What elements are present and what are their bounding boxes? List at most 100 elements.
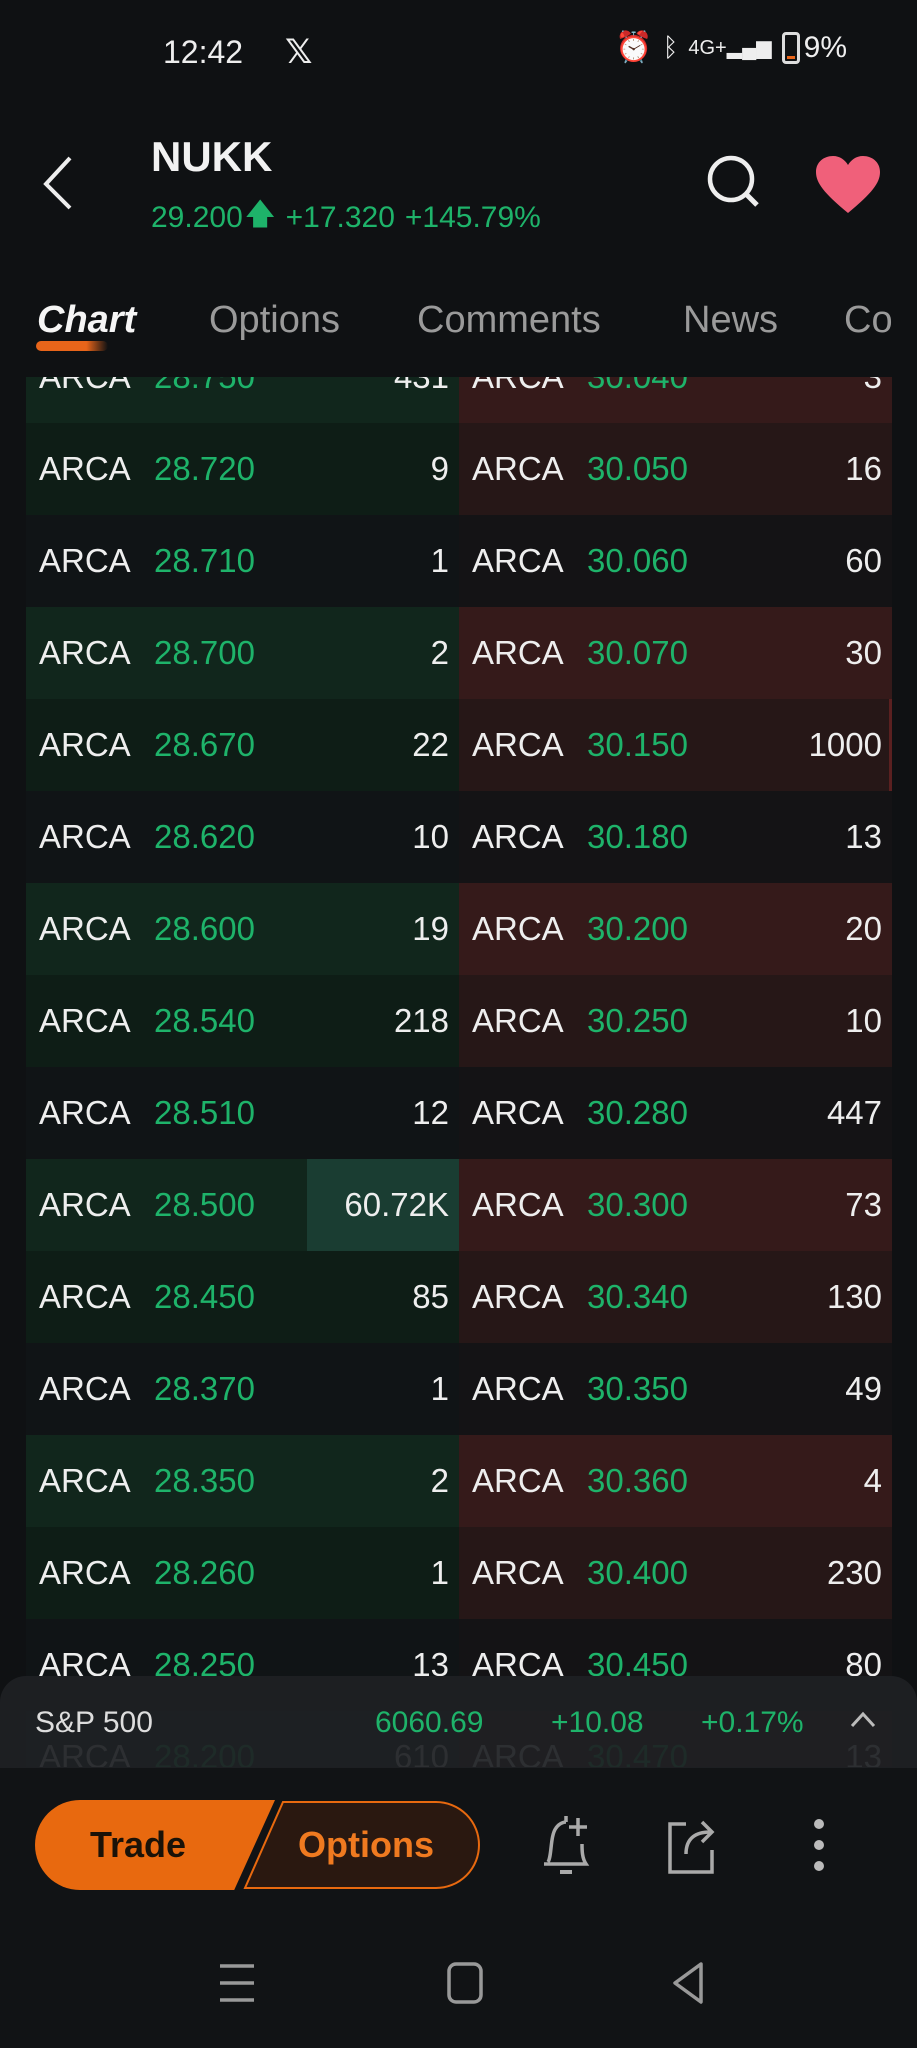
tab-comments[interactable]: Comments	[417, 299, 601, 342]
order-book-row[interactable]: ARCA 28.710 1 ARCA 30.060 60	[26, 515, 892, 607]
ask-exchange: ARCA	[472, 1186, 564, 1223]
ask-cell: ARCA 30.340 130	[459, 1251, 892, 1343]
favorite-heart-icon[interactable]	[814, 155, 882, 215]
tab-news[interactable]: News	[683, 299, 778, 342]
last-price: 29.200	[151, 200, 243, 234]
order-book-row[interactable]: ARCA 28.700 2 ARCA 30.070 30	[26, 607, 892, 699]
bell-plus-icon[interactable]	[534, 1810, 598, 1880]
bid-exchange: ARCA	[39, 1462, 131, 1499]
ask-cell: ARCA 30.280 447	[459, 1067, 892, 1159]
index-ticker-bar[interactable]: S&P 500 6060.69 +10.08 +0.17%	[0, 1676, 917, 1768]
bid-cell: ARCA 28.720 9	[26, 423, 459, 515]
ticker-symbol: NUKK	[151, 133, 273, 180]
trade-button[interactable]: Trade	[35, 1800, 275, 1890]
depth-bar	[889, 699, 892, 791]
order-book-row[interactable]: ARCA 28.750 431 ARCA 30.040 3	[26, 377, 892, 423]
order-book-row[interactable]: ARCA 28.350 2 ARCA 30.360 4	[26, 1435, 892, 1527]
tab-chart[interactable]: Chart	[37, 299, 136, 342]
bid-cell: ARCA 28.260 1	[26, 1527, 459, 1619]
bid-cell: ARCA 28.500 60.72K	[26, 1159, 459, 1251]
ask-price: 30.180	[587, 818, 688, 855]
ask-exchange: ARCA	[472, 1370, 564, 1407]
bid-price: 28.620	[154, 818, 255, 855]
order-book-row[interactable]: ARCA 28.540 218 ARCA 30.250 10	[26, 975, 892, 1067]
ask-exchange: ARCA	[472, 818, 564, 855]
ask-size: 1000	[808, 726, 882, 763]
recent-apps-icon[interactable]	[212, 1958, 262, 2008]
order-book-row[interactable]: ARCA 28.670 22 ARCA 30.150 1000	[26, 699, 892, 791]
ask-price: 30.040	[587, 377, 688, 396]
bid-price: 28.510	[154, 1094, 255, 1131]
ask-size: 49	[845, 1370, 882, 1407]
bid-cell: ARCA 28.450 85	[26, 1251, 459, 1343]
ask-price: 30.300	[587, 1186, 688, 1223]
share-icon[interactable]	[660, 1810, 724, 1880]
ask-cell: ARCA 30.180 13	[459, 791, 892, 883]
order-book-row[interactable]: ARCA 28.370 1 ARCA 30.350 49	[26, 1343, 892, 1435]
ask-cell: ARCA 30.060 60	[459, 515, 892, 607]
ask-size: 4	[863, 1462, 882, 1499]
order-book-row[interactable]: ARCA 28.260 1 ARCA 30.400 230	[26, 1527, 892, 1619]
index-value: 6060.69	[375, 1706, 484, 1739]
bid-exchange: ARCA	[39, 634, 131, 671]
options-button[interactable]: Options	[243, 1800, 481, 1890]
order-book-row[interactable]: ARCA 28.450 85 ARCA 30.340 130	[26, 1251, 892, 1343]
more-icon[interactable]	[787, 1810, 851, 1880]
ask-exchange: ARCA	[472, 542, 564, 579]
order-book-row[interactable]: ARCA 28.620 10 ARCA 30.180 13	[26, 791, 892, 883]
options-label: Options	[298, 1824, 434, 1865]
bid-exchange: ARCA	[39, 1002, 131, 1039]
chevron-up-icon[interactable]	[850, 1710, 876, 1728]
bid-exchange: ARCA	[39, 910, 131, 947]
arrow-up-icon: 🡅	[244, 198, 276, 231]
bid-size: 1	[430, 1554, 449, 1591]
bid-exchange: ARCA	[39, 377, 131, 396]
bid-cell: ARCA 28.710 1	[26, 515, 459, 607]
order-book[interactable]: ARCA 28.750 431 ARCA 30.040 3 ARCA 28.720 9 ARCA 3…	[26, 377, 892, 1767]
bid-exchange: ARCA	[39, 818, 131, 855]
ask-price: 30.070	[587, 634, 688, 671]
order-book-row[interactable]: ARCA 28.510 12 ARCA 30.280 447	[26, 1067, 892, 1159]
index-name: S&P 500	[35, 1706, 153, 1739]
order-book-row[interactable]: ARCA 28.500 60.72K ARCA 30.300 73	[26, 1159, 892, 1251]
tab-options[interactable]: Options	[209, 299, 340, 342]
bid-size: 85	[412, 1278, 449, 1315]
ask-price: 30.250	[587, 1002, 688, 1039]
bid-cell: ARCA 28.670 22	[26, 699, 459, 791]
bid-price: 28.350	[154, 1462, 255, 1499]
active-tab-indicator	[36, 341, 108, 351]
order-book-row[interactable]: ARCA 28.600 19 ARCA 30.200 20	[26, 883, 892, 975]
back-icon[interactable]	[38, 152, 88, 212]
ask-cell: ARCA 30.350 49	[459, 1343, 892, 1435]
bid-size: 22	[412, 726, 449, 763]
ask-exchange: ARCA	[472, 1278, 564, 1315]
ask-size: 30	[845, 634, 882, 671]
status-icons: ⏰ ᛒ 4G+▂▄▆ 9%	[615, 30, 847, 65]
order-book-row[interactable]: ARCA 28.720 9 ARCA 30.050 16	[26, 423, 892, 515]
status-bar: 12:42 𝕏 ⏰ ᛒ 4G+▂▄▆ 9%	[0, 0, 917, 110]
bid-size: 2	[430, 1462, 449, 1499]
ask-exchange: ARCA	[472, 726, 564, 763]
ask-exchange: ARCA	[472, 1094, 564, 1131]
alarm-icon: ⏰	[615, 31, 653, 64]
bid-cell: ARCA 28.700 2	[26, 607, 459, 699]
ask-price: 30.340	[587, 1278, 688, 1315]
ask-price: 30.150	[587, 726, 688, 763]
bid-price: 28.370	[154, 1370, 255, 1407]
ask-cell: ARCA 30.300 73	[459, 1159, 892, 1251]
nav-back-icon[interactable]	[665, 1958, 715, 2008]
bid-size: 1	[430, 1370, 449, 1407]
ask-size: 60	[845, 542, 882, 579]
bid-size: 60.72K	[344, 1186, 449, 1223]
ask-exchange: ARCA	[472, 1002, 564, 1039]
bid-price: 28.600	[154, 910, 255, 947]
bid-price: 28.670	[154, 726, 255, 763]
home-icon[interactable]	[440, 1958, 490, 2008]
bid-cell: ARCA 28.370 1	[26, 1343, 459, 1435]
ask-price: 30.280	[587, 1094, 688, 1131]
tab-more[interactable]: Co	[844, 299, 893, 342]
signal-icon: 4G+▂▄▆	[688, 37, 772, 59]
ask-size: 13	[845, 818, 882, 855]
search-icon[interactable]	[704, 152, 764, 212]
bid-exchange: ARCA	[39, 726, 131, 763]
